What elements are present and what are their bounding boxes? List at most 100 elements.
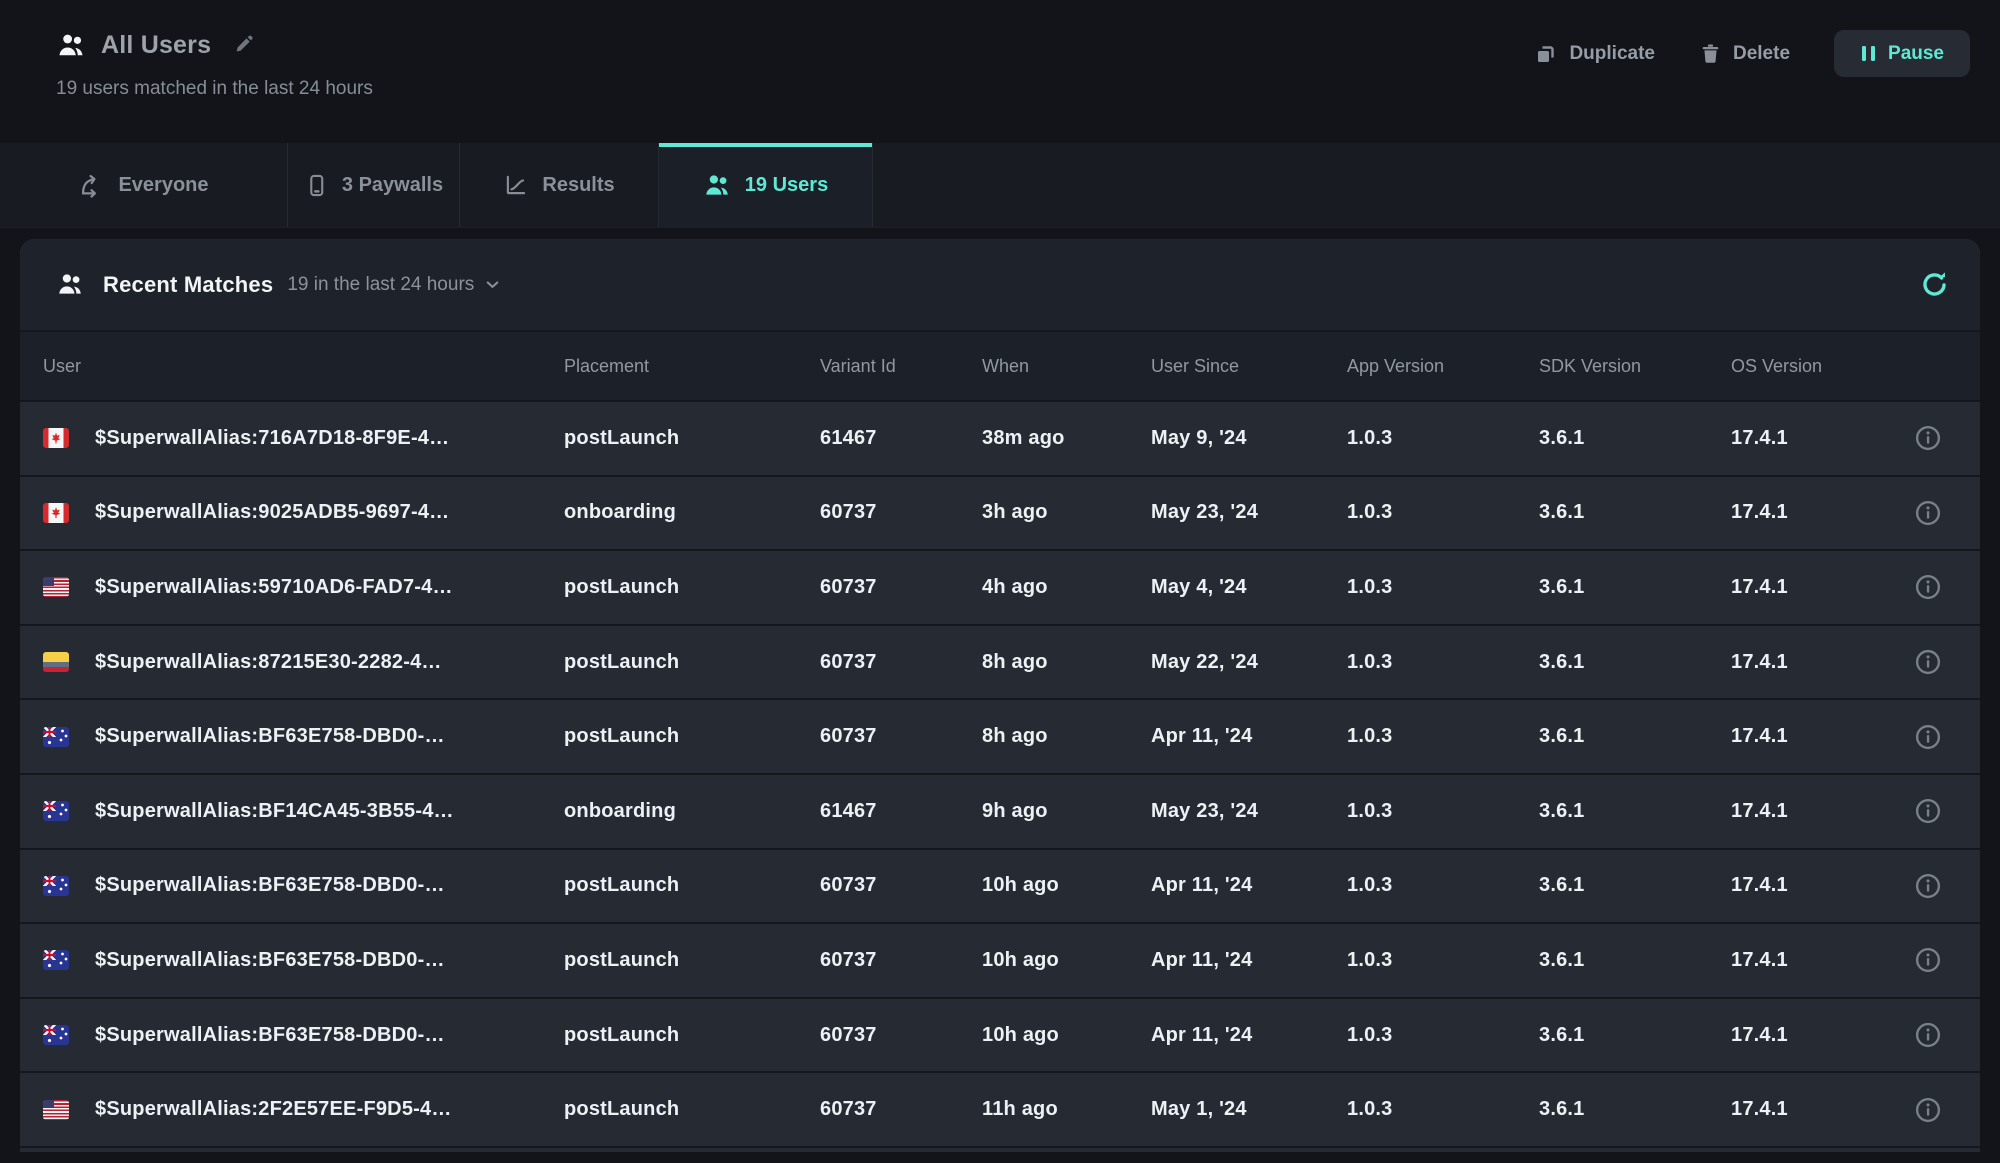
duplicate-button[interactable]: Duplicate <box>1534 42 1655 66</box>
user-alias: $SuperwallAlias:BF63E758-DBD0-… <box>95 874 445 897</box>
when-cell: 9h ago <box>982 800 1151 823</box>
country-flag-icon <box>43 876 69 896</box>
info-icon <box>1913 498 1943 528</box>
info-cell <box>1899 722 1957 752</box>
row-info-button[interactable] <box>1913 498 1943 528</box>
row-info-button[interactable] <box>1913 1020 1943 1050</box>
pause-button[interactable]: Pause <box>1834 30 1970 77</box>
column-header-user: User <box>43 356 564 377</box>
user-cell: $SuperwallAlias:BF14CA45-3B55-4… <box>43 800 564 823</box>
row-info-button[interactable] <box>1913 647 1943 677</box>
row-info-button[interactable] <box>1913 871 1943 901</box>
info-cell <box>1899 498 1957 528</box>
country-flag-icon <box>43 1100 69 1120</box>
chevron-down-icon <box>483 275 502 294</box>
app-version-cell: 1.0.3 <box>1347 1024 1539 1047</box>
user-cell: $SuperwallAlias:59710AD6-FAD7-4… <box>43 576 564 599</box>
row-info-button[interactable] <box>1913 945 1943 975</box>
refresh-button[interactable] <box>1919 269 1950 300</box>
user-since-cell: Apr 11, '24 <box>1151 725 1347 748</box>
placement-cell: postLaunch <box>564 725 820 748</box>
table-row[interactable]: $SuperwallAlias:BF63E758-DBD0-… postLaun… <box>20 700 1980 775</box>
user-alias: $SuperwallAlias:716A7D18-8F9E-4… <box>95 427 449 450</box>
info-cell <box>1899 796 1957 826</box>
table-row[interactable]: $SuperwallAlias:2F2E57EE-F9D5-4… postLau… <box>20 1073 1980 1148</box>
user-cell: $SuperwallAlias:BF63E758-DBD0-… <box>43 874 564 897</box>
app-version-cell: 1.0.3 <box>1347 949 1539 972</box>
user-since-cell: Apr 11, '24 <box>1151 874 1347 897</box>
app-version-cell: 1.0.3 <box>1347 800 1539 823</box>
delete-button[interactable]: Delete <box>1699 42 1790 65</box>
os-version-cell: 17.4.1 <box>1731 800 1899 823</box>
tab-results[interactable]: Results <box>460 143 659 227</box>
when-cell: 3h ago <box>982 501 1151 524</box>
row-info-button[interactable] <box>1913 722 1943 752</box>
users-icon <box>703 171 732 200</box>
user-cell: $SuperwallAlias:9025ADB5-9697-4… <box>43 501 564 524</box>
user-since-cell: Apr 11, '24 <box>1151 1024 1347 1047</box>
user-since-cell: Apr 11, '24 <box>1151 949 1347 972</box>
sdk-version-cell: 3.6.1 <box>1539 800 1731 823</box>
os-version-cell: 17.4.1 <box>1731 427 1899 450</box>
sdk-version-cell: 3.6.1 <box>1539 501 1731 524</box>
edit-title-button[interactable] <box>233 34 256 57</box>
user-cell: $SuperwallAlias:BF63E758-DBD0-… <box>43 725 564 748</box>
card-header: Recent Matches 19 in the last 24 hours <box>20 239 1980 332</box>
info-icon <box>1913 572 1943 602</box>
table-row[interactable]: $SuperwallAlias:BF14CA45-3B55-4… onboard… <box>20 775 1980 850</box>
table-row[interactable]: $SuperwallAlias:87215E30-2282-4… postLau… <box>20 626 1980 701</box>
table-row[interactable]: $SuperwallAlias:BF63E758-DBD0-… postLaun… <box>20 924 1980 999</box>
tab-paywalls[interactable]: 3 Paywalls <box>288 143 460 227</box>
chart-icon <box>503 172 529 198</box>
table-row[interactable]: $SuperwallAlias:BF63E758-DBD0-… postLaun… <box>20 850 1980 925</box>
variant-id-cell: 61467 <box>820 427 982 450</box>
when-cell: 11h ago <box>982 1098 1151 1121</box>
app-version-cell: 1.0.3 <box>1347 725 1539 748</box>
tab-users[interactable]: 19 Users <box>659 143 873 227</box>
placement-cell: postLaunch <box>564 1098 820 1121</box>
app-version-cell: 1.0.3 <box>1347 501 1539 524</box>
info-cell <box>1899 871 1957 901</box>
info-icon <box>1913 871 1943 901</box>
row-info-button[interactable] <box>1913 572 1943 602</box>
row-info-button[interactable] <box>1913 1095 1943 1125</box>
duplicate-icon <box>1534 42 1558 66</box>
column-header-when: When <box>982 356 1151 377</box>
placement-cell: postLaunch <box>564 576 820 599</box>
header-actions: Duplicate Delete Pause <box>1534 30 1970 77</box>
info-cell <box>1899 423 1957 453</box>
variant-id-cell: 61467 <box>820 800 982 823</box>
user-alias: $SuperwallAlias:59710AD6-FAD7-4… <box>95 576 453 599</box>
info-cell <box>1899 647 1957 677</box>
user-alias: $SuperwallAlias:87215E30-2282-4… <box>95 651 442 674</box>
column-header-variant-id: Variant Id <box>820 356 982 377</box>
os-version-cell: 17.4.1 <box>1731 576 1899 599</box>
sdk-version-cell: 3.6.1 <box>1539 949 1731 972</box>
variant-id-cell: 60737 <box>820 725 982 748</box>
row-info-button[interactable] <box>1913 796 1943 826</box>
variant-id-cell: 60737 <box>820 1024 982 1047</box>
time-range-dropdown[interactable]: 19 in the last 24 hours <box>287 274 502 296</box>
table-row[interactable]: $SuperwallAlias:716A7D18-8F9E-4… postLau… <box>20 402 1980 477</box>
refresh-icon <box>1919 269 1950 300</box>
os-version-cell: 17.4.1 <box>1731 949 1899 972</box>
app-version-cell: 1.0.3 <box>1347 576 1539 599</box>
tab-everyone[interactable]: Everyone <box>0 143 288 227</box>
sdk-version-cell: 3.6.1 <box>1539 874 1731 897</box>
os-version-cell: 17.4.1 <box>1731 501 1899 524</box>
row-info-button[interactable] <box>1913 423 1943 453</box>
table-row[interactable]: $SuperwallAlias:BF63E758-DBD0-… postLaun… <box>20 999 1980 1074</box>
user-alias: $SuperwallAlias:2F2E57EE-F9D5-4… <box>95 1098 452 1121</box>
card-title: Recent Matches <box>103 272 273 298</box>
variant-id-cell: 60737 <box>820 651 982 674</box>
table-row[interactable]: $SuperwallAlias:9025ADB5-9697-4… onboard… <box>20 477 1980 552</box>
column-header-sdk-version: SDK Version <box>1539 356 1731 377</box>
os-version-cell: 17.4.1 <box>1731 1024 1899 1047</box>
os-version-cell: 17.4.1 <box>1731 1098 1899 1121</box>
table-body: $SuperwallAlias:716A7D18-8F9E-4… postLau… <box>20 402 1980 1148</box>
table-row[interactable]: $SuperwallAlias:59710AD6-FAD7-4… postLau… <box>20 551 1980 626</box>
placement-cell: postLaunch <box>564 1024 820 1047</box>
users-icon <box>56 30 87 61</box>
user-since-cell: May 22, '24 <box>1151 651 1347 674</box>
info-icon <box>1913 1020 1943 1050</box>
